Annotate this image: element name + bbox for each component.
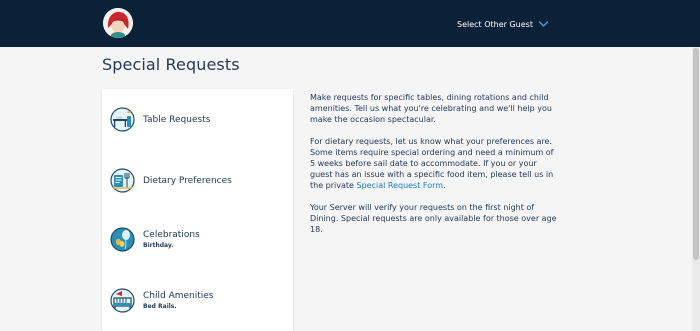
page-title: Special Requests: [102, 55, 240, 74]
select-other-guest-label: Select Other Guest: [457, 19, 533, 29]
info-dietary-paragraph: For dietary requests, let us know what y…: [310, 136, 560, 191]
special-requests-menu: Table Requests Dietary Preferences Celeb…: [102, 89, 293, 331]
special-request-form-link[interactable]: Special Request Form: [357, 181, 444, 190]
select-other-guest-dropdown[interactable]: Select Other Guest: [457, 17, 549, 31]
guest-avatar[interactable]: [103, 8, 133, 38]
balloons-icon: [110, 227, 135, 252]
crib-icon: [110, 288, 135, 313]
dietary-preferences-label: Dietary Preferences: [143, 175, 232, 186]
dining-table-icon: [110, 107, 135, 132]
info-intro-paragraph: Make requests for specific tables, dinin…: [310, 93, 552, 124]
child-amenities-selection: Bed Rails.: [143, 303, 177, 310]
table-requests-item[interactable]: Table Requests: [110, 107, 210, 132]
table-requests-label: Table Requests: [143, 114, 211, 125]
special-requests-info: Make requests for specific tables, dinin…: [310, 92, 560, 246]
scrollbar-thumb[interactable]: [693, 48, 699, 260]
child-amenities-item[interactable]: Child Amenities Bed Rails.: [110, 288, 213, 313]
celebrations-item[interactable]: Celebrations Birthday.: [110, 227, 200, 252]
child-amenities-label: Child Amenities: [143, 291, 214, 301]
celebrations-selection: Birthday.: [143, 242, 174, 249]
top-navigation-bar: Select Other Guest: [0, 0, 700, 47]
character-avatar-icon: [103, 8, 133, 38]
food-plate-icon: [110, 168, 135, 193]
info-verification-paragraph: Your Server will verify your requests on…: [310, 203, 557, 234]
chevron-down-icon: [538, 21, 549, 27]
info-dietary-text-end: .: [443, 181, 446, 190]
dietary-preferences-item[interactable]: Dietary Preferences: [110, 168, 232, 193]
celebrations-label: Celebrations: [143, 230, 200, 240]
